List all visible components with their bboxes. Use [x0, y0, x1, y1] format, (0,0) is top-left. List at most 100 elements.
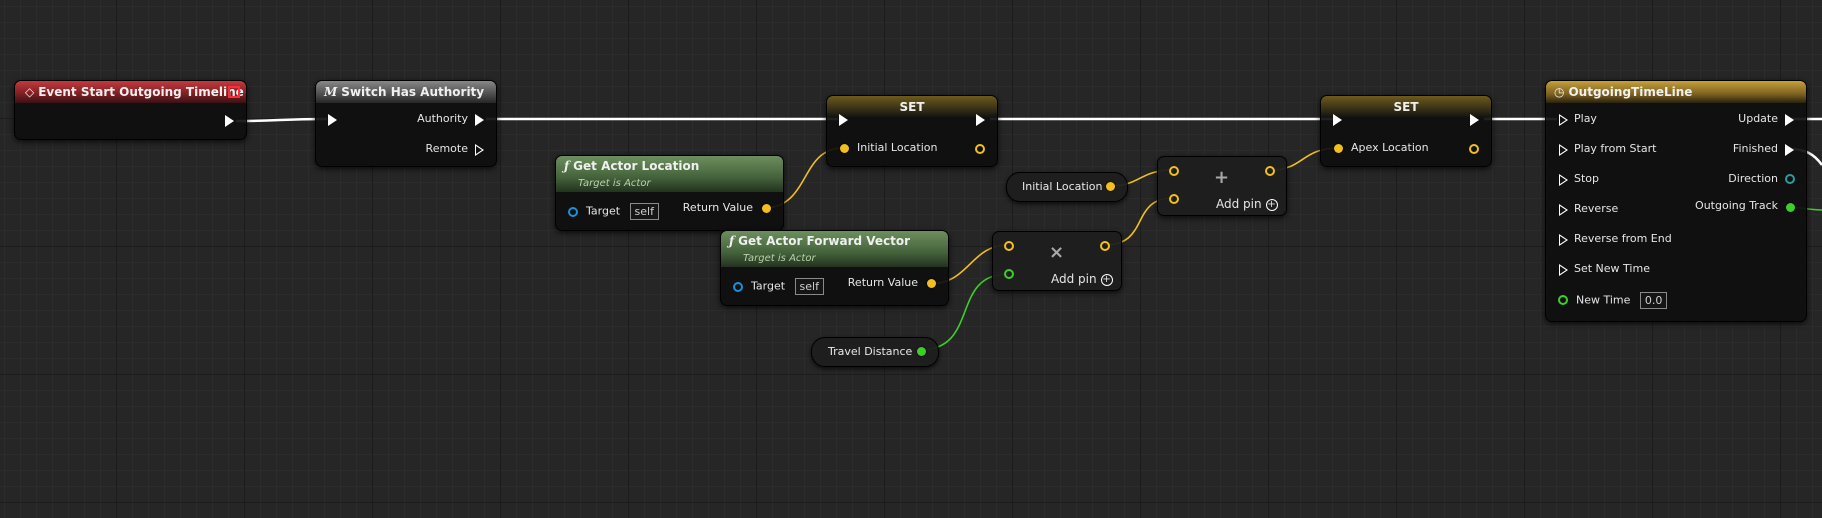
set2-exec-out-pin[interactable]: [1470, 114, 1479, 126]
timeline-new-time-pin[interactable]: [1558, 295, 1568, 305]
exec-wire-event-switch: [235, 117, 328, 123]
set2-header: SET: [1321, 96, 1491, 118]
timeline-reverse-label: Reverse: [1574, 202, 1619, 215]
event-node-header: ◇ Event Start Outgoing Timeline: [15, 81, 246, 103]
set-apex-location-node[interactable]: SET Apex Location: [1320, 95, 1492, 167]
target-self-field[interactable]: self: [629, 203, 659, 220]
timeline-direction-label: Direction: [1728, 172, 1778, 185]
add-input-a-pin[interactable]: [1169, 166, 1179, 176]
add-vector-node[interactable]: + Add pin +: [1157, 156, 1287, 216]
get-actor-location-subtitle: Target is Actor: [578, 178, 651, 189]
event-node-title: Event Start Outgoing Timeline: [38, 85, 244, 99]
event-start-outgoing-timeline-node[interactable]: ◇ Event Start Outgoing Timeline: [14, 80, 247, 140]
set1-value-in-pin[interactable]: [840, 144, 849, 153]
timeline-play-from-start-pin[interactable]: [1559, 144, 1568, 156]
switch-has-authority-node[interactable]: M Switch Has Authority Authority Remote: [315, 80, 497, 167]
multiply-output-pin[interactable]: [1100, 241, 1110, 251]
timeline-reverse-from-end-pin[interactable]: [1559, 234, 1568, 246]
travel-distance-getter[interactable]: Travel Distance: [811, 337, 939, 367]
get-actor-location-target-label: Target self: [586, 203, 659, 220]
switch-node-title: Switch Has Authority: [341, 85, 485, 99]
timeline-update-label: Update: [1738, 112, 1778, 125]
add-symbol: +: [1214, 167, 1230, 188]
set1-value-out-pin[interactable]: [975, 144, 985, 154]
multiply-add-pin-label: Add pin: [1051, 272, 1097, 286]
timeline-new-time-row: New Time 0.0: [1576, 292, 1668, 309]
remote-exec-out-pin[interactable]: [475, 144, 484, 156]
macro-m-icon: M: [324, 85, 338, 99]
event-exec-out-pin[interactable]: [225, 115, 234, 127]
timeline-new-time-label: New Time: [1576, 293, 1631, 307]
timeline-finished-label: Finished: [1732, 142, 1778, 155]
set1-exec-out-pin[interactable]: [976, 114, 985, 126]
travel-distance-out-pin[interactable]: [917, 347, 926, 356]
switch-exec-in-pin[interactable]: [328, 114, 337, 126]
clock-icon: ◷: [1554, 85, 1565, 99]
timeline-new-time-field[interactable]: 0.0: [1639, 292, 1668, 309]
add-pin-plus-icon: +: [1100, 273, 1113, 286]
get-forward-vector-return-pin[interactable]: [927, 279, 936, 288]
event-diamond-icon: ◇: [25, 85, 35, 99]
get-actor-location-header: ƒ Get Actor Location Target is Actor: [556, 156, 783, 192]
timeline-reverse-pin[interactable]: [1559, 204, 1568, 216]
get-forward-vector-title: Get Actor Forward Vector: [738, 234, 911, 248]
authority-pin-label: Authority: [417, 112, 468, 125]
get-actor-location-return-pin[interactable]: [762, 204, 771, 213]
event-delegate-pin[interactable]: [228, 86, 240, 98]
get-actor-location-return-label: Return Value: [682, 201, 753, 214]
set1-header: SET: [827, 96, 997, 118]
timeline-play-from-start-label: Play from Start: [1574, 142, 1657, 155]
set2-exec-in-pin[interactable]: [1333, 114, 1342, 126]
initial-location-getter[interactable]: Initial Location: [1006, 172, 1128, 202]
travel-distance-label: Travel Distance: [828, 345, 913, 358]
set1-var-label: Initial Location: [857, 141, 938, 154]
get-actor-forward-vector-node[interactable]: ƒ Get Actor Forward Vector Target is Acto…: [720, 230, 949, 306]
function-f-icon: ƒ: [729, 234, 735, 248]
target-label: Target: [586, 204, 621, 218]
add-output-pin[interactable]: [1265, 166, 1275, 176]
timeline-outgoing-track-label: Outgoing Track: [1695, 199, 1778, 212]
timeline-outgoing-track-pin[interactable]: [1786, 203, 1795, 212]
target-label: Target: [751, 279, 786, 293]
get-actor-location-title: Get Actor Location: [573, 159, 700, 173]
target-self-field[interactable]: self: [794, 278, 824, 295]
timeline-play-pin[interactable]: [1559, 114, 1568, 126]
add-pin-button[interactable]: Add pin +: [1216, 197, 1278, 211]
get-forward-vector-subtitle: Target is Actor: [743, 253, 816, 264]
timeline-finished-pin[interactable]: [1785, 144, 1794, 156]
authority-exec-out-pin[interactable]: [475, 114, 484, 126]
timeline-update-pin[interactable]: [1785, 114, 1794, 126]
timeline-play-label: Play: [1574, 112, 1597, 125]
set-initial-location-node[interactable]: SET Initial Location: [826, 95, 998, 167]
multiply-vector-node[interactable]: × Add pin +: [992, 231, 1122, 291]
multiply-input-b-pin[interactable]: [1004, 269, 1014, 279]
switch-node-header: M Switch Has Authority: [316, 81, 496, 103]
get-forward-vector-target-label: Target self: [751, 278, 824, 295]
timeline-reverse-from-end-label: Reverse from End: [1574, 232, 1672, 245]
set2-var-label: Apex Location: [1351, 141, 1429, 154]
get-forward-vector-header: ƒ Get Actor Forward Vector Target is Acto…: [721, 231, 948, 267]
add-input-b-pin[interactable]: [1169, 194, 1179, 204]
get-actor-location-node[interactable]: ƒ Get Actor Location Target is Actor Targ…: [555, 155, 784, 231]
get-actor-location-target-pin[interactable]: [568, 207, 578, 217]
set2-value-out-pin[interactable]: [1469, 144, 1479, 154]
timeline-set-new-time-label: Set New Time: [1574, 262, 1650, 275]
multiply-add-pin-button[interactable]: Add pin +: [1051, 272, 1113, 286]
timeline-title: OutgoingTimeLine: [1568, 85, 1693, 99]
get-forward-vector-target-pin[interactable]: [733, 282, 743, 292]
timeline-set-new-time-pin[interactable]: [1559, 264, 1568, 276]
timeline-stop-pin[interactable]: [1559, 174, 1568, 186]
multiply-input-a-pin[interactable]: [1004, 241, 1014, 251]
initial-location-label: Initial Location: [1022, 180, 1103, 193]
timeline-direction-pin[interactable]: [1785, 174, 1795, 184]
outgoing-timeline-node[interactable]: ◷ OutgoingTimeLine Play Play from Start S…: [1545, 80, 1807, 322]
add-pin-label: Add pin: [1216, 197, 1262, 211]
add-pin-plus-icon: +: [1265, 198, 1278, 211]
initial-location-out-pin[interactable]: [1106, 182, 1115, 191]
timeline-header: ◷ OutgoingTimeLine: [1546, 81, 1806, 103]
multiply-symbol: ×: [1049, 242, 1065, 263]
get-forward-vector-return-label: Return Value: [847, 276, 918, 289]
set2-value-in-pin[interactable]: [1334, 144, 1343, 153]
function-f-icon: ƒ: [564, 159, 570, 173]
set1-exec-in-pin[interactable]: [839, 114, 848, 126]
